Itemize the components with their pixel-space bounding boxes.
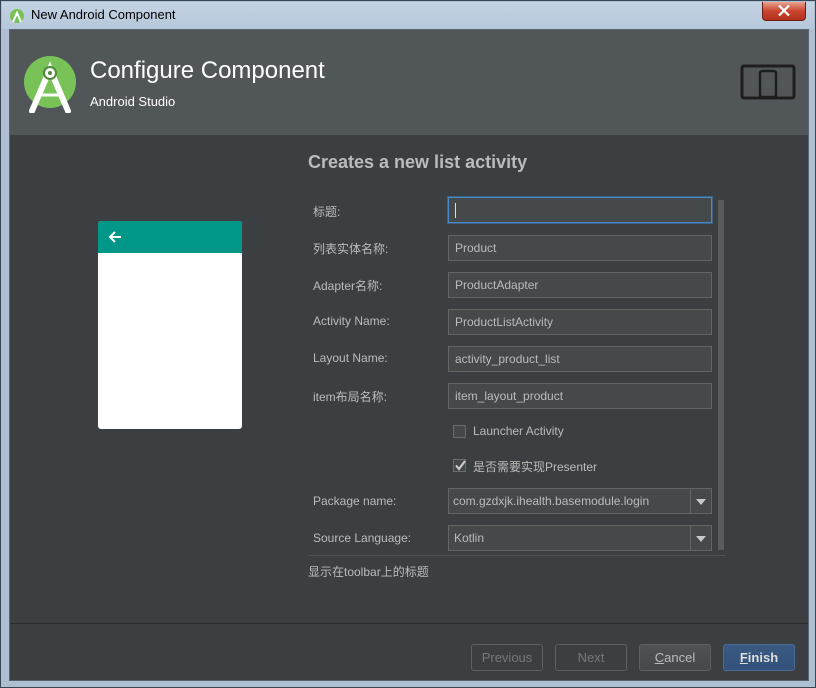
presenter-checkbox[interactable] — [453, 459, 466, 472]
item-layout-input[interactable]: item_layout_product — [448, 383, 712, 409]
checkmark-icon — [455, 460, 466, 471]
next-button[interactable]: Next — [555, 644, 627, 671]
section-title: Creates a new list activity — [308, 152, 528, 172]
activity-name-input[interactable]: ProductListActivity — [448, 309, 712, 335]
layout-name-input[interactable]: activity_product_list — [448, 346, 712, 372]
android-studio-icon — [10, 9, 24, 23]
chevron-down-icon[interactable] — [690, 526, 711, 550]
finish-mnemonic: F — [739, 650, 748, 665]
entity-name-input[interactable]: Product — [448, 235, 712, 261]
cancel-mnemonic: C — [654, 650, 665, 665]
presenter-label: 是否需要实现Presenter — [473, 460, 598, 474]
adapter-name-label: Adapter名称: — [313, 279, 383, 293]
activity-preview — [98, 221, 242, 429]
preview-toolbar — [98, 221, 242, 253]
window-title: New Android Component — [31, 7, 176, 22]
back-arrow-icon — [108, 231, 121, 243]
dialog-title: Configure Component — [90, 57, 325, 84]
device-form-factor-icon — [740, 64, 796, 100]
title-input[interactable] — [448, 197, 712, 223]
finish-button[interactable]: Finish — [723, 644, 795, 671]
close-button[interactable] — [762, 2, 806, 21]
layout-name-label: Layout Name: — [313, 351, 388, 365]
form-scrollbar-thumb[interactable] — [718, 200, 724, 550]
chevron-down-icon[interactable] — [690, 489, 711, 513]
dialog-subtitle: Android Studio — [90, 94, 176, 109]
previous-button[interactable]: Previous — [471, 644, 543, 671]
close-icon — [778, 5, 790, 16]
dialog-header: Configure Component Android Studio — [10, 30, 808, 135]
launcher-activity-checkbox[interactable] — [453, 425, 466, 438]
activity-name-label: Activity Name: — [313, 314, 390, 328]
form-divider — [308, 555, 725, 556]
entity-name-label: 列表实体名称: — [313, 242, 389, 256]
cancel-button[interactable]: Cancel — [639, 644, 711, 671]
source-language-select[interactable]: Kotlin — [448, 525, 712, 551]
package-name-label: Package name: — [313, 494, 397, 508]
footer-divider — [10, 623, 808, 624]
cancel-label: ancel — [664, 650, 696, 665]
item-layout-label: item布局名称: — [313, 390, 388, 404]
android-studio-logo — [24, 56, 76, 113]
launcher-activity-label: Launcher Activity — [473, 424, 564, 438]
title-bar[interactable]: New Android Component — [2, 2, 814, 29]
title-label: 标题: — [313, 205, 341, 219]
dialog-window: New Android Component Configure Componen… — [0, 0, 816, 688]
adapter-name-input[interactable]: ProductAdapter — [448, 272, 712, 298]
dialog-content: Configure Component Android Studio Creat… — [9, 29, 809, 681]
text-caret — [455, 203, 456, 219]
source-language-label: Source Language: — [313, 531, 412, 545]
finish-label: inish — [747, 650, 779, 665]
field-hint: 显示在toolbar上的标题 — [308, 565, 429, 579]
package-name-combobox[interactable]: com.gzdxjk.ihealth.basemodule.login — [448, 488, 712, 514]
source-language-value: Kotlin — [454, 531, 485, 545]
package-name-value: com.gzdxjk.ihealth.basemodule.login — [453, 494, 650, 508]
